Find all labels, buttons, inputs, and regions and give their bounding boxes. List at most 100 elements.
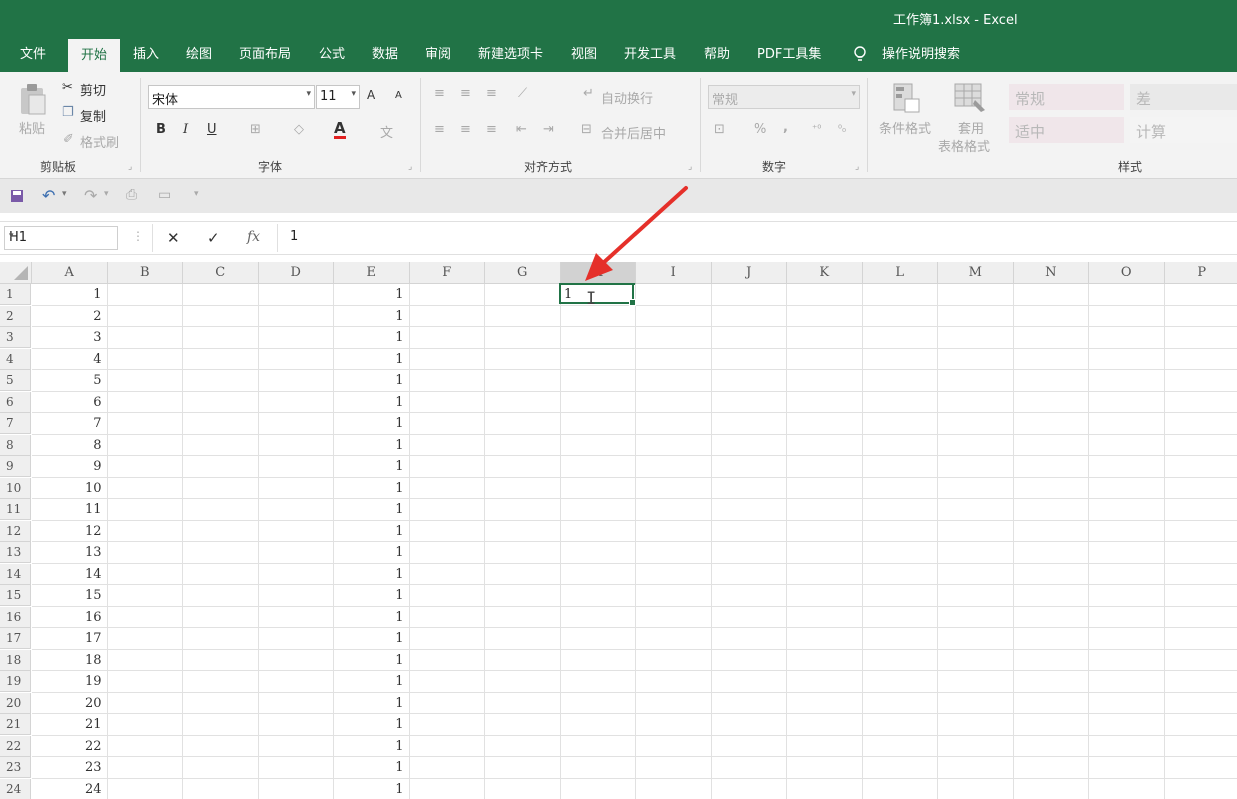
cell-a10[interactable]: 10 <box>32 478 102 499</box>
cell-a20[interactable]: 20 <box>32 693 102 714</box>
cell-e4[interactable]: 1 <box>334 349 403 370</box>
cell-a3[interactable]: 3 <box>32 327 101 348</box>
select-all-corner[interactable] <box>0 262 32 284</box>
tab-help[interactable]: 帮助 <box>704 38 730 72</box>
column-header-m[interactable]: M <box>938 262 1014 284</box>
row-header-6[interactable]: 6 <box>0 391 31 413</box>
paste-icon[interactable] <box>18 82 48 116</box>
cell-e9[interactable]: 1 <box>334 456 403 477</box>
column-header-h[interactable]: H <box>560 262 636 285</box>
column-header-o[interactable]: O <box>1089 262 1165 284</box>
cell-e10[interactable]: 1 <box>334 478 403 499</box>
row-header-18[interactable]: 18 <box>0 649 31 671</box>
confirm-entry-icon[interactable]: ✓ <box>207 229 220 247</box>
row-header-1[interactable]: 1 <box>0 284 31 305</box>
row-header-3[interactable]: 3 <box>0 327 31 348</box>
column-header-e[interactable]: E <box>334 262 410 284</box>
cell-e8[interactable]: 1 <box>334 435 403 456</box>
align-right-icon[interactable]: ≡ <box>486 122 497 137</box>
column-header-l[interactable]: L <box>862 262 938 284</box>
number-format-select[interactable]: 常规 ▾ <box>708 85 860 109</box>
column-header-f[interactable]: F <box>409 262 485 284</box>
cell-a16[interactable]: 16 <box>32 607 102 628</box>
row-header-2[interactable]: 2 <box>0 305 31 327</box>
row-header-16[interactable]: 16 <box>0 606 31 628</box>
redo-icon[interactable]: ↷ <box>84 186 97 205</box>
decrease-decimal-icon[interactable]: ⁰₀ <box>838 124 846 135</box>
cell-a19[interactable]: 19 <box>32 671 102 692</box>
column-header-g[interactable]: G <box>485 262 561 284</box>
format-as-table-icon[interactable] <box>953 82 987 114</box>
row-header-12[interactable]: 12 <box>0 520 31 542</box>
insert-function-button[interactable]: fx <box>247 229 260 245</box>
cell-a2[interactable]: 2 <box>32 306 101 327</box>
cell-e15[interactable]: 1 <box>334 585 403 606</box>
column-header-k[interactable]: K <box>787 262 863 284</box>
cell-e19[interactable]: 1 <box>334 671 403 692</box>
row-header-22[interactable]: 22 <box>0 735 31 757</box>
font-color-button[interactable]: A <box>334 120 346 139</box>
active-cell-h1[interactable]: 1 <box>559 283 636 306</box>
row-header-11[interactable]: 11 <box>0 499 31 520</box>
cell-a1[interactable]: 1 <box>32 284 101 305</box>
wrap-text-button[interactable]: 自动换行 <box>601 88 653 107</box>
fill-color-icon[interactable]: ◇ <box>294 122 304 137</box>
cell-a18[interactable]: 18 <box>32 650 102 671</box>
cell-a4[interactable]: 4 <box>32 349 101 370</box>
row-header-4[interactable]: 4 <box>0 348 31 370</box>
phonetic-button[interactable]: 文 <box>380 122 393 141</box>
cell-a9[interactable]: 9 <box>32 456 101 477</box>
cell-a12[interactable]: 12 <box>32 521 102 542</box>
row-header-21[interactable]: 21 <box>0 714 31 735</box>
increase-indent-icon[interactable]: ⇥ <box>543 122 554 137</box>
cell-e21[interactable]: 1 <box>334 714 403 735</box>
format-as-table-label-2[interactable]: 表格格式 <box>938 136 990 155</box>
cell-e5[interactable]: 1 <box>334 370 403 391</box>
format-as-table-label-1[interactable]: 套用 <box>958 118 984 137</box>
row-header-7[interactable]: 7 <box>0 413 31 434</box>
align-bottom-icon[interactable]: ≡ <box>486 86 497 101</box>
column-header-b[interactable]: B <box>107 262 183 284</box>
cell-e22[interactable]: 1 <box>334 736 403 757</box>
cell-e13[interactable]: 1 <box>334 542 403 563</box>
fill-handle[interactable] <box>629 299 636 306</box>
tell-me-search[interactable]: 操作说明搜索 <box>882 38 960 72</box>
underline-button[interactable]: U <box>207 122 217 137</box>
number-launcher-icon[interactable]: ⌟ <box>855 162 859 172</box>
align-top-icon[interactable]: ≡ <box>434 86 445 101</box>
row-header-8[interactable]: 8 <box>0 434 31 456</box>
cell-e23[interactable]: 1 <box>334 757 403 778</box>
cell-a15[interactable]: 15 <box>32 585 102 606</box>
column-header-a[interactable]: A <box>32 262 108 284</box>
cell-a13[interactable]: 13 <box>32 542 102 563</box>
worksheet-grid[interactable]: ABCDEFGHIJKLMNOP111221331441551661771881… <box>0 262 1237 799</box>
row-header-9[interactable]: 9 <box>0 456 31 477</box>
row-header-23[interactable]: 23 <box>0 757 31 778</box>
row-header-14[interactable]: 14 <box>0 563 31 585</box>
alignment-launcher-icon[interactable]: ⌟ <box>688 162 692 172</box>
row-header-10[interactable]: 10 <box>0 477 31 499</box>
column-header-j[interactable]: J <box>711 262 787 284</box>
row-header-24[interactable]: 24 <box>0 778 31 799</box>
tab-data[interactable]: 数据 <box>372 38 398 72</box>
align-center-icon[interactable]: ≡ <box>460 122 471 137</box>
undo-icon[interactable]: ↶ <box>42 186 55 205</box>
cell-e11[interactable]: 1 <box>334 499 403 520</box>
redo-dropdown-icon[interactable]: ▾ <box>104 189 109 199</box>
cell-a23[interactable]: 23 <box>32 757 102 778</box>
bold-button[interactable]: B <box>156 122 166 137</box>
percent-button[interactable]: % <box>754 122 766 137</box>
italic-button[interactable]: I <box>183 122 188 137</box>
tab-insert[interactable]: 插入 <box>133 38 159 72</box>
cell-a11[interactable]: 11 <box>32 499 102 520</box>
conditional-formatting-icon[interactable] <box>892 82 922 114</box>
save-icon[interactable] <box>10 189 24 203</box>
cut-button[interactable]: 剪切 <box>80 80 106 99</box>
column-header-i[interactable]: I <box>636 262 712 284</box>
cell-a5[interactable]: 5 <box>32 370 101 391</box>
tab-review[interactable]: 审阅 <box>425 38 451 72</box>
cell-e18[interactable]: 1 <box>334 650 403 671</box>
comma-button[interactable]: , <box>783 120 788 135</box>
cell-e20[interactable]: 1 <box>334 693 403 714</box>
style-neutral[interactable]: 适中 <box>1009 117 1124 143</box>
